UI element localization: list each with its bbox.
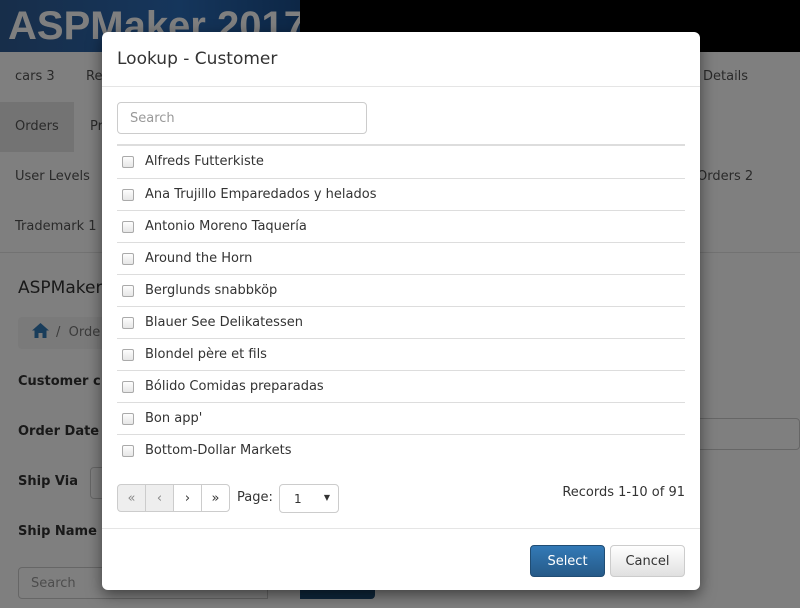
list-item-label: Bon app' (145, 411, 203, 426)
list-item[interactable]: Around the Horn (117, 242, 685, 274)
select-button[interactable]: Select (530, 545, 605, 577)
records-count: Records 1-10 of 91 (562, 485, 685, 500)
list-item-label: Bottom-Dollar Markets (145, 443, 292, 458)
last-page-button[interactable]: » (201, 484, 230, 512)
checkbox[interactable] (122, 413, 134, 425)
checkbox[interactable] (122, 189, 134, 201)
list-item[interactable]: Bon app' (117, 402, 685, 434)
prev-page-button[interactable]: ‹ (145, 484, 174, 512)
chevron-left-icon: ‹ (156, 490, 163, 506)
page-select-value: 1 (294, 492, 302, 506)
lookup-list: Alfreds Futterkiste Ana Trujillo Empared… (117, 144, 685, 466)
list-item-label: Blauer See Delikatessen (145, 315, 303, 330)
list-item-label: Around the Horn (145, 251, 253, 266)
checkbox[interactable] (122, 253, 134, 265)
pagination: « ‹ › » (117, 484, 230, 512)
list-item[interactable]: Blondel père et fils (117, 338, 685, 370)
list-item[interactable]: Bólido Comidas preparadas (117, 370, 685, 402)
double-chevron-right-icon: » (211, 490, 220, 506)
checkbox[interactable] (122, 156, 134, 168)
checkbox[interactable] (122, 317, 134, 329)
double-chevron-left-icon: « (127, 490, 136, 506)
list-item-label: Antonio Moreno Taquería (145, 219, 307, 234)
list-item[interactable]: Blauer See Delikatessen (117, 306, 685, 338)
list-item[interactable]: Alfreds Futterkiste (117, 146, 685, 178)
modal-header: Lookup - Customer (102, 32, 700, 87)
checkbox[interactable] (122, 445, 134, 457)
page-label: Page: (237, 490, 273, 505)
chevron-right-icon: › (184, 490, 191, 506)
checkbox[interactable] (122, 349, 134, 361)
checkbox[interactable] (122, 221, 134, 233)
checkbox[interactable] (122, 285, 134, 297)
lookup-search-input[interactable] (117, 102, 367, 134)
cancel-button[interactable]: Cancel (610, 545, 685, 577)
next-page-button[interactable]: › (173, 484, 202, 512)
list-item[interactable]: Ana Trujillo Emparedados y helados (117, 178, 685, 210)
page-select[interactable]: 1 ▼ (279, 484, 339, 513)
list-item[interactable]: Berglunds snabbköp (117, 274, 685, 306)
modal-footer: Select Cancel (102, 528, 700, 590)
list-item[interactable]: Antonio Moreno Taquería (117, 210, 685, 242)
list-item-label: Berglunds snabbköp (145, 283, 278, 298)
modal-title: Lookup - Customer (117, 49, 278, 69)
list-item-label: Bólido Comidas preparadas (145, 379, 324, 394)
list-item-label: Blondel père et fils (145, 347, 267, 362)
lookup-modal: Lookup - Customer Alfreds Futterkiste An… (102, 32, 700, 590)
caret-down-icon: ▼ (323, 493, 330, 502)
checkbox[interactable] (122, 381, 134, 393)
list-item[interactable]: Bottom-Dollar Markets (117, 434, 685, 466)
list-item-label: Ana Trujillo Emparedados y helados (145, 187, 377, 202)
list-item-label: Alfreds Futterkiste (145, 154, 264, 169)
first-page-button[interactable]: « (117, 484, 146, 512)
